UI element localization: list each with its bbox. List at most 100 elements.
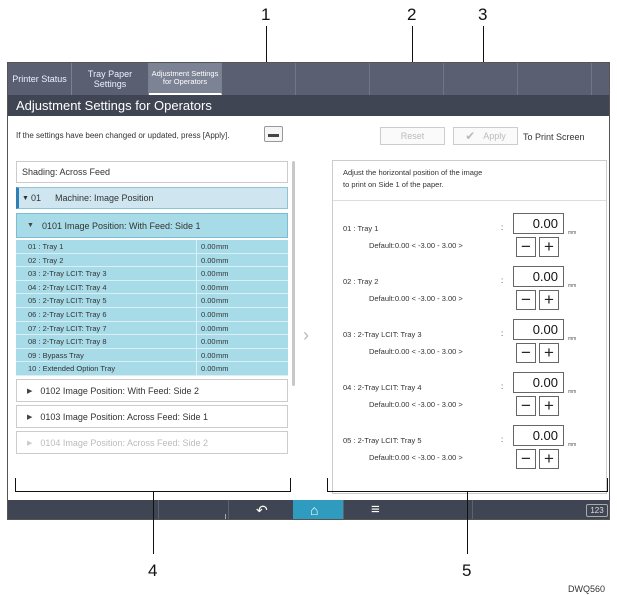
default-range: Default:0.00 < -3.00 - 3.00 > — [369, 453, 463, 462]
callout-4: 4 — [148, 561, 158, 580]
default-range: Default:0.00 < -3.00 - 3.00 > — [369, 294, 463, 303]
increment-button[interactable]: + — [539, 237, 559, 257]
unit-label: mm — [568, 442, 577, 448]
tab-bar: Printer Status Tray Paper Settings Adjus… — [8, 63, 609, 95]
entry-colon: : — [501, 435, 504, 444]
decrement-button[interactable]: − — [516, 343, 536, 363]
increment-button[interactable]: + — [539, 396, 559, 416]
tray-row[interactable]: 08 : 2-Tray LCIT: Tray 8 0.00 mm — [16, 335, 288, 349]
tray-unit: mm — [216, 337, 229, 347]
tab-adjustment-settings-line2: for Operators — [162, 77, 208, 86]
divider — [196, 321, 197, 335]
bottom-bar-segment — [159, 500, 229, 519]
tab-slot-empty — [222, 63, 296, 95]
tab-tray-paper-settings[interactable]: Tray Paper Settings — [72, 63, 149, 95]
list-item-label: Shading: Across Feed — [22, 167, 111, 177]
list-item-0102[interactable]: ▶ 0102 Image Position: With Feed: Side 2 — [16, 379, 288, 402]
tray-label: 01 : Tray 1 — [28, 242, 64, 251]
tray-row[interactable]: 04 : 2-Tray LCIT: Tray 4 0.00 mm — [16, 280, 288, 295]
triangle-right-icon: ▶ — [27, 387, 33, 395]
callout-5: 5 — [462, 561, 472, 580]
back-arrow-icon[interactable]: ↶ — [256, 502, 268, 519]
bottom-bar-segment — [8, 500, 159, 519]
value-input[interactable]: 0.00 — [513, 372, 564, 393]
divider — [196, 253, 197, 267]
callout-5-line — [467, 492, 468, 554]
apply-button[interactable]: ✔ Apply — [453, 127, 518, 145]
adjustment-description: Adjust the horizontal position of the im… — [333, 161, 606, 201]
triangle-down-icon: ▼ — [22, 194, 29, 202]
tray-value: 0.00 — [201, 310, 216, 319]
tray-label: 09 : Bypass Tray — [28, 350, 84, 360]
triangle-right-icon: ▶ — [27, 439, 33, 447]
to-print-screen-link[interactable]: To Print Screen — [523, 132, 585, 142]
tray-value: 0.00 — [201, 323, 216, 333]
increment-button[interactable]: + — [539, 449, 559, 469]
tray-label: 08 : 2-Tray LCIT: Tray 8 — [28, 337, 107, 347]
decrement-button[interactable]: − — [516, 449, 536, 469]
tab-slot-empty — [370, 63, 444, 95]
decrement-button[interactable]: − — [516, 237, 536, 257]
default-range: Default:0.00 < -3.00 - 3.00 > — [369, 347, 463, 356]
tab-slot-empty — [518, 63, 592, 95]
keyboard-icon[interactable]: 123 — [586, 504, 608, 517]
value-input[interactable]: 0.00 — [513, 213, 564, 234]
tray-unit: mm — [216, 255, 229, 265]
increment-button[interactable]: + — [539, 290, 559, 310]
increment-button[interactable]: + — [539, 343, 559, 363]
decrement-button[interactable]: − — [516, 396, 536, 416]
tray-row[interactable]: 10 : Extended Option Tray 0.00 mm — [16, 362, 288, 376]
tray-unit: mm — [216, 282, 229, 292]
tray-row[interactable]: 09 : Bypass Tray 0.00 mm — [16, 348, 288, 363]
page-title: Adjustment Settings for Operators — [8, 95, 609, 116]
tray-unit: mm — [216, 310, 229, 319]
bottom-navigation-bar: ↶ ⌂ ≡ 123 — [8, 500, 609, 519]
settings-tree-list: Shading: Across Feed ▼ 01 Machine: Image… — [16, 161, 288, 497]
value-input[interactable]: 0.00 — [513, 425, 564, 446]
callout-1: 1 — [261, 5, 271, 24]
tab-printer-status[interactable]: Printer Status — [8, 63, 72, 95]
tray-unit: mm — [216, 269, 229, 279]
tray-row[interactable]: 07 : 2-Tray LCIT: Tray 7 0.00 mm — [16, 321, 288, 336]
value-input[interactable]: 0.00 — [513, 266, 564, 287]
list-item-0103[interactable]: ▶ 0103 Image Position: Across Feed: Side… — [16, 405, 288, 428]
tab-slot-empty — [444, 63, 518, 95]
left-list-scrollbar[interactable] — [292, 161, 295, 386]
triangle-right-icon: ▶ — [27, 413, 33, 421]
list-item-shading[interactable]: Shading: Across Feed — [16, 161, 288, 183]
tray-unit: mm — [216, 350, 229, 360]
home-icon: ⌂ — [310, 502, 319, 518]
tray-row[interactable]: 05 : 2-Tray LCIT: Tray 5 0.00 mm — [16, 294, 288, 308]
list-item-label: 0101 Image Position: With Feed: Side 1 — [41, 220, 201, 231]
unit-label: mm — [568, 283, 577, 289]
entry-label: 04 : 2-Tray LCIT: Tray 4 — [343, 383, 422, 392]
divider — [196, 348, 197, 362]
tray-label: 06 : 2-Tray LCIT: Tray 6 — [28, 310, 107, 319]
entry-colon: : — [501, 223, 504, 232]
divider — [196, 308, 197, 321]
tray-value: 0.00 — [201, 282, 216, 292]
entry-label: 05 : 2-Tray LCIT: Tray 5 — [343, 436, 422, 445]
list-item-machine[interactable]: ▼ 01 Machine: Image Position — [16, 187, 288, 209]
tray-row[interactable]: 06 : 2-Tray LCIT: Tray 6 0.00 mm — [16, 308, 288, 322]
tab-adjustment-settings[interactable]: Adjustment Settings for Operators — [149, 63, 222, 95]
unit-label: mm — [568, 389, 577, 395]
tray-row[interactable]: 02 : Tray 2 0.00 mm — [16, 253, 288, 268]
list-item-0101[interactable]: ▼ 0101 Image Position: With Feed: Side 1 — [16, 213, 288, 238]
decrement-button[interactable]: − — [516, 290, 536, 310]
tray-value: 0.00 — [201, 242, 216, 251]
divider — [196, 335, 197, 349]
unit-label: mm — [568, 336, 577, 342]
default-range: Default:0.00 < -3.00 - 3.00 > — [369, 400, 463, 409]
tray-row[interactable]: 03 : 2-Tray LCIT: Tray 3 0.00 mm — [16, 267, 288, 281]
entry-label: 02 : Tray 2 — [343, 277, 379, 286]
value-input[interactable]: 0.00 — [513, 319, 564, 340]
screen-scroll-icon[interactable] — [264, 126, 283, 142]
description-line-1: Adjust the horizontal position of the im… — [343, 168, 483, 177]
callout-4-bracket — [15, 478, 291, 492]
checkmark-icon: ✔ — [465, 129, 476, 143]
list-item-0104[interactable]: ▶ 0104 Image Position: Across Feed: Side… — [16, 431, 288, 454]
tray-row[interactable]: 01 : Tray 1 0.00 mm — [16, 240, 288, 254]
operation-panel-screen: Printer Status Tray Paper Settings Adjus… — [7, 62, 610, 520]
reset-button[interactable]: Reset — [380, 127, 445, 145]
